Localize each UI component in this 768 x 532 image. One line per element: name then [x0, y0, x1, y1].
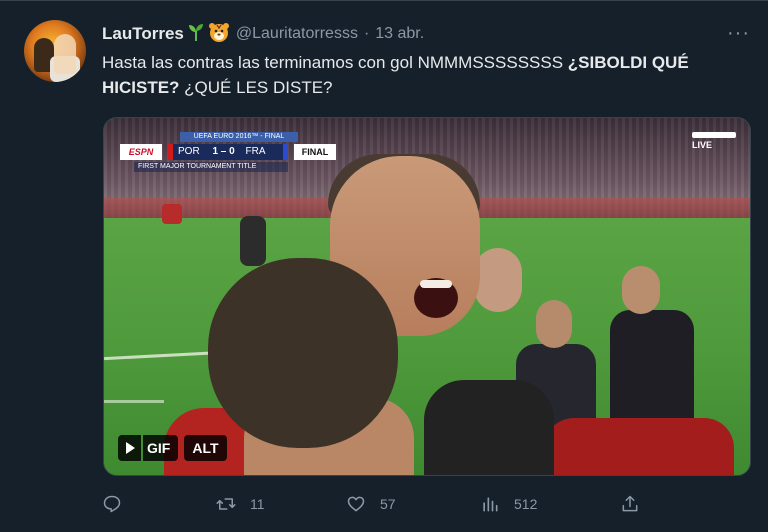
- gif-media[interactable]: UEFA EURO 2016™ - FINAL ESPN POR 1 – 0 F…: [103, 117, 751, 476]
- live-bar: [692, 132, 736, 138]
- home-color: [168, 144, 173, 160]
- celebrating-player: [420, 280, 452, 288]
- reply-icon: [103, 495, 121, 513]
- away-color: [283, 144, 288, 160]
- avatar-figure: [54, 34, 76, 74]
- like-button[interactable]: 57: [346, 491, 396, 517]
- away-team: FRA: [245, 146, 266, 157]
- user-handle[interactable]: @Lauritatorresss: [236, 25, 358, 43]
- match-status: FINAL: [294, 144, 336, 160]
- tweet-text-plain: Hasta las contras las terminamos con gol…: [102, 53, 568, 72]
- coach-figure: [474, 248, 522, 312]
- coach-figure: [622, 266, 660, 314]
- share-button[interactable]: [620, 491, 640, 517]
- like-count: 57: [380, 496, 396, 512]
- scorebug-header: UEFA EURO 2016™ - FINAL: [180, 132, 298, 142]
- coach-figure: [536, 300, 572, 348]
- retweet-button[interactable]: 11: [216, 491, 265, 517]
- background-player: [162, 204, 182, 224]
- pitch-line: [104, 400, 164, 403]
- tiger-face-icon: [208, 22, 230, 47]
- player-shirt: [544, 418, 734, 475]
- reply-button[interactable]: [102, 491, 136, 517]
- alt-text-button[interactable]: ALT: [184, 435, 227, 461]
- retweet-icon: [216, 498, 236, 510]
- scorebug-subtitle: FIRST MAJOR TOURNAMENT TITLE: [134, 162, 288, 172]
- views-button[interactable]: 512: [480, 491, 537, 517]
- like-icon: [347, 496, 365, 512]
- play-icon: [126, 442, 135, 454]
- avatar[interactable]: [24, 20, 86, 82]
- score: 1 – 0: [212, 146, 235, 157]
- scorebug-score: POR 1 – 0 FRA: [168, 144, 288, 160]
- background-player: [240, 216, 266, 266]
- tweet-date[interactable]: 13 abr.: [375, 25, 424, 43]
- seedling-emoji-icon: [188, 23, 204, 46]
- live-indicator: LIVE: [692, 132, 736, 152]
- media-badges: GIF ALT: [118, 435, 227, 461]
- views-count: 512: [514, 496, 538, 512]
- foreground-player: [208, 258, 398, 448]
- live-label: LIVE: [692, 140, 713, 150]
- gif-badge: GIF: [143, 435, 179, 461]
- play-button[interactable]: [118, 435, 141, 461]
- views-icon: [483, 497, 498, 512]
- tweet-text: Hasta las contras las terminamos con gol…: [102, 50, 742, 100]
- top-divider: [0, 0, 768, 1]
- retweet-count: 11: [250, 496, 265, 512]
- separator-dot: ·: [363, 25, 370, 42]
- player-shirt: [424, 380, 554, 475]
- display-name[interactable]: LauTorres: [102, 24, 184, 44]
- broadcaster-logo: ESPN: [120, 144, 162, 160]
- more-options-icon[interactable]: ···: [727, 22, 750, 45]
- tweet-header: LauTorres @Lauritatorresss · 13 abr.: [102, 22, 424, 46]
- tweet-text-tail: ¿QUÉ LES DISTE?: [179, 78, 333, 97]
- tweet-actions: 11 57 512: [102, 491, 742, 517]
- share-icon: [622, 495, 638, 512]
